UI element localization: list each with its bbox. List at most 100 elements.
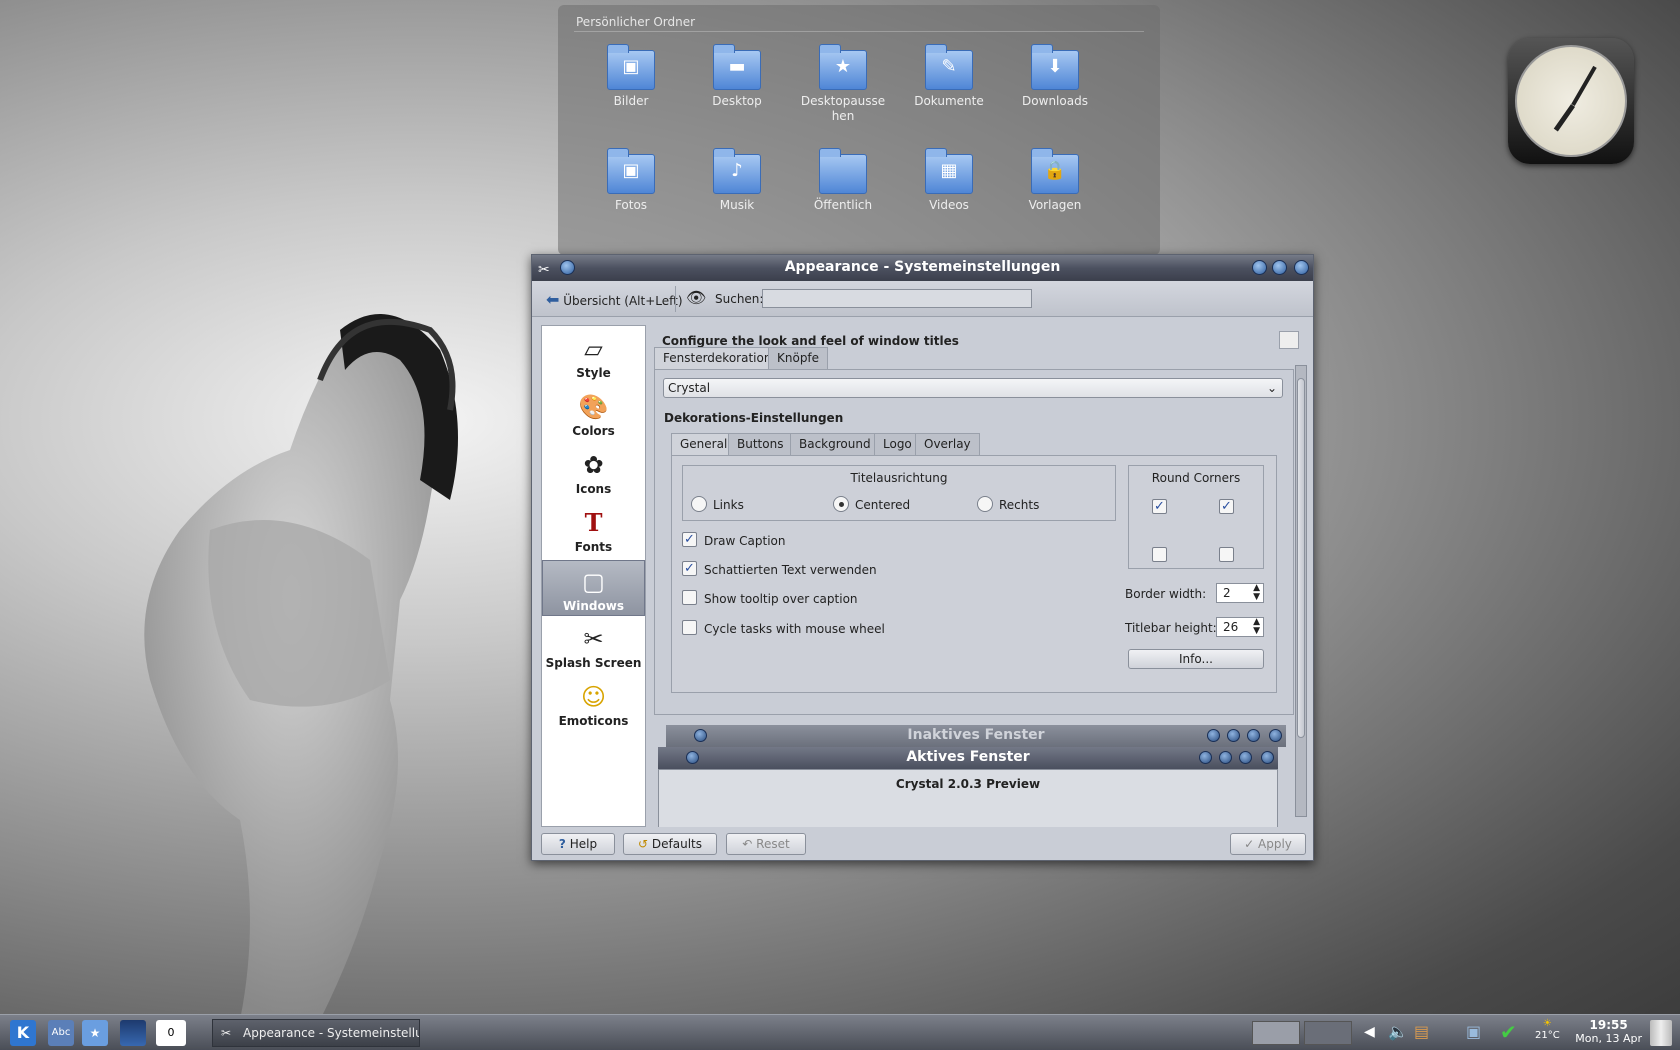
inactive-window-titlebar: Inaktives Fenster [666, 725, 1286, 747]
preview-button [1239, 751, 1252, 764]
pager[interactable]: 0 [156, 1020, 186, 1046]
window-titlebar[interactable]: ✂ Appearance - Systemeinstellungen [532, 255, 1313, 281]
close-button[interactable] [1294, 260, 1309, 275]
sidebar-item-colors[interactable]: 🎨 Colors [542, 386, 645, 442]
defaults-icon: ↺ [638, 837, 649, 851]
tab-general[interactable]: General [671, 433, 737, 455]
sidebar-item-splash-screen[interactable]: ✂ Splash Screen [542, 618, 645, 674]
update-checkmark-icon[interactable]: ✔ [1500, 1020, 1517, 1044]
align-links-radio[interactable] [691, 496, 707, 512]
preview-button [1219, 751, 1232, 764]
tools-icon[interactable]: ✂ [538, 258, 550, 283]
show-desktop-icon[interactable] [120, 1020, 146, 1046]
windows-icon: ▢ [582, 568, 605, 596]
minimize-button[interactable] [1252, 260, 1267, 275]
digital-clock[interactable]: 19:55 Mon, 13 Apr [1575, 1018, 1642, 1046]
desktop-pager-1[interactable] [1252, 1021, 1300, 1045]
whats-this-icon[interactable] [1279, 331, 1299, 349]
analog-clock-widget [1508, 38, 1634, 164]
weather-widget[interactable]: ☀ 21°C [1535, 1018, 1560, 1042]
decoration-select[interactable]: Crystal ⌄ [663, 378, 1283, 398]
tab-background[interactable]: Background [790, 433, 880, 455]
maximize-button[interactable] [1272, 260, 1287, 275]
spin-arrows-icon[interactable]: ▲ ▼ [1253, 584, 1260, 602]
back-button[interactable]: ⬅ Übersicht (Alt+Left) [546, 290, 683, 309]
clock-hour-hand [1553, 104, 1576, 132]
desktop-pager-2[interactable] [1304, 1021, 1352, 1045]
sidebar-item-icons[interactable]: ✿ Icons [542, 444, 645, 500]
align-centered-radio[interactable] [833, 496, 849, 512]
reset-button[interactable]: ↶ Reset [726, 833, 806, 855]
title-align-group: Titelausrichtung Links Centered Rechts [682, 465, 1116, 521]
task-appearance[interactable]: ✂ Appearance - Systemeinstellungen [212, 1019, 420, 1047]
tab-buttons[interactable]: Buttons [728, 433, 793, 455]
dictionary-icon[interactable]: Abc [48, 1020, 74, 1046]
draw-caption-checkbox[interactable]: ✓ [682, 532, 697, 547]
tools-icon: ✂ [221, 1026, 232, 1040]
decoration-settings-label: Dekorations-Einstellungen [664, 411, 844, 425]
klipper-icon[interactable]: ▤ [1414, 1022, 1429, 1041]
folder-downloads[interactable]: ⬇ Downloads [1010, 44, 1100, 109]
preview-body: Crystal 2.0.3 Preview [658, 769, 1278, 827]
corner-top-right-checkbox[interactable]: ✓ [1219, 499, 1234, 514]
toolbar-separator [675, 286, 676, 312]
window-title: Appearance - Systemeinstellungen [784, 259, 1061, 275]
tab-fensterdekoration[interactable]: Fensterdekoration [654, 347, 781, 369]
tab-knoepfe[interactable]: Knöpfe [768, 347, 829, 369]
sidebar-item-fonts[interactable]: T Fonts [542, 502, 645, 558]
sidebar-item-emoticons[interactable]: ☺ Emoticons [542, 676, 645, 732]
shadow-text-checkbox[interactable]: ✓ [682, 561, 697, 576]
border-width-spinbox[interactable]: 2 ▲ ▼ [1216, 583, 1264, 603]
scrollbar-thumb[interactable] [1297, 378, 1305, 738]
folder-icon: ▣ [607, 44, 655, 90]
info-button[interactable]: Info... [1128, 649, 1264, 669]
shadow-text-label: Schattierten Text verwenden [704, 563, 877, 577]
checkmark-icon: ✓ [1244, 837, 1255, 851]
defaults-button[interactable]: ↺ Defaults [623, 833, 717, 855]
active-window-titlebar: Aktives Fenster [658, 747, 1278, 769]
align-centered-label: Centered [855, 498, 911, 512]
folder-fotos[interactable]: ▣ Fotos [586, 148, 676, 213]
sticky-button[interactable] [560, 260, 575, 275]
content-scrollbar[interactable] [1295, 365, 1307, 817]
folder-desktop[interactable]: ▬ Desktop [692, 44, 782, 109]
content-area: Configure the look and feel of window ti… [650, 317, 1313, 827]
tooltip-caption-checkbox[interactable] [682, 590, 697, 605]
favorites-icon[interactable]: ★ [82, 1020, 108, 1046]
trash-icon[interactable] [1650, 1020, 1672, 1046]
folder-musik[interactable]: ♪ Musik [692, 148, 782, 213]
folder-oeffentlich[interactable]: Öffentlich [798, 148, 888, 213]
device-notifier-icon[interactable]: ▣ [1466, 1022, 1481, 1041]
corner-top-left-checkbox[interactable]: ✓ [1152, 499, 1167, 514]
sidebar-item-windows[interactable]: ▢ Windows [542, 560, 645, 616]
corner-bottom-left-checkbox[interactable] [1152, 547, 1167, 562]
folder-icon: ▣ [607, 148, 655, 194]
volume-icon[interactable]: 🔈 [1388, 1022, 1408, 1041]
folder-vorlagen[interactable]: 🔒 Vorlagen [1010, 148, 1100, 213]
folder-desktopaussehen[interactable]: ★ Desktopausse hen [798, 44, 888, 124]
folder-icon [819, 148, 867, 194]
help-button[interactable]: ? Help [541, 833, 615, 855]
icons-icon: ✿ [583, 451, 604, 479]
titlebar-height-spinbox[interactable]: 26 ▲ ▼ [1216, 617, 1264, 637]
spin-arrows-icon[interactable]: ▲ ▼ [1253, 618, 1260, 636]
search-input[interactable] [762, 289, 1032, 308]
taskbar: K Abc ★ 0 ✂ Appearance - Systemeinstellu… [0, 1014, 1680, 1050]
tab-overlay[interactable]: Overlay [915, 433, 980, 455]
folder-bilder[interactable]: ▣ Bilder [586, 44, 676, 109]
tab-logo[interactable]: Logo [874, 433, 921, 455]
style-icon: ▱ [584, 335, 603, 363]
cycle-tasks-checkbox[interactable] [682, 620, 697, 635]
apply-button[interactable]: ✓ Apply [1230, 833, 1306, 855]
appearance-window: ✂ Appearance - Systemeinstellungen ⬅ Übe… [531, 254, 1314, 861]
kde-menu-icon[interactable]: K [10, 1020, 36, 1046]
folder-dokumente[interactable]: ✎ Dokumente [904, 44, 994, 109]
folder-view-title: Persönlicher Ordner [576, 15, 696, 29]
corner-bottom-right-checkbox[interactable] [1219, 547, 1234, 562]
decoration-preview: Inaktives Fenster Aktives Fenster Crysta… [654, 717, 1294, 827]
folder-videos[interactable]: ▦ Videos [904, 148, 994, 213]
preview-button [1227, 729, 1240, 742]
sidebar-item-style[interactable]: ▱ Style [542, 328, 645, 384]
align-rechts-radio[interactable] [977, 496, 993, 512]
tray-expand-icon[interactable]: ◀ [1364, 1024, 1375, 1040]
